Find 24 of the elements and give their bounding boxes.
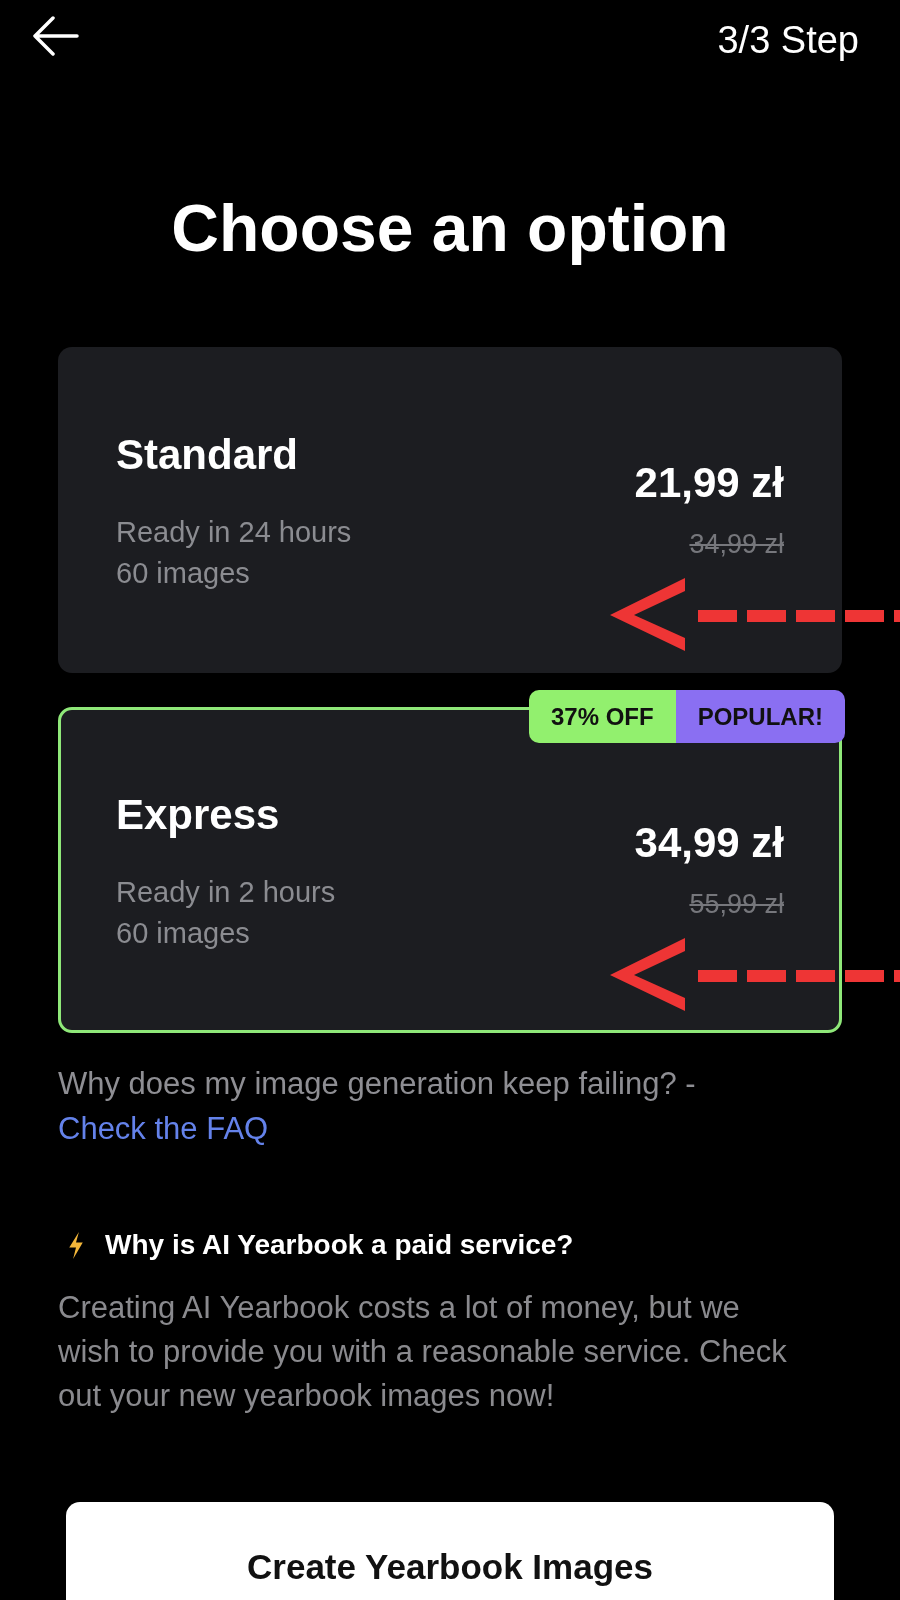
step-indicator: 3/3 Step	[717, 21, 859, 59]
faq-link[interactable]: Check the FAQ	[58, 1111, 269, 1146]
info-heading: Why is AI Yearbook a paid service?	[105, 1231, 574, 1259]
original-price: 34,99 zł	[689, 531, 784, 558]
back-button[interactable]	[32, 16, 79, 56]
plan-badge: 37% OFF	[528, 690, 676, 743]
dashed-arrow-icon	[610, 938, 900, 1011]
plan-price: 34,99 zł	[634, 822, 784, 864]
plan-card[interactable]: Standard Ready in 24 hours 60 images 21,99 zł 34,99 zł	[58, 347, 842, 673]
plan-detail: Ready in 24 hours	[116, 515, 352, 550]
plan-badge: POPULAR!	[675, 690, 845, 743]
dashed-arrow-icon	[610, 578, 900, 651]
plan-detail: Ready in 2 hours	[116, 875, 336, 910]
plan-name: Standard	[116, 434, 300, 476]
plan-detail: 60 images	[116, 916, 251, 951]
lightning-icon	[67, 1231, 85, 1259]
create-button[interactable]: Create Yearbook Images	[66, 1502, 834, 1600]
original-price: 55,99 zł	[689, 891, 784, 918]
plan-price: 21,99 zł	[634, 462, 784, 504]
arrow-left-icon	[32, 16, 79, 56]
faq-text: Why does my image generation keep failing? - Check the FAQ	[58, 1065, 697, 1148]
plan-name: Express	[116, 794, 281, 836]
info-text: Creating AI Yearbook costs a lot of money, but we wish to provide you with a reasonable service. Check out your new yearbook images now!	[58, 1289, 788, 1415]
plan-detail: 60 images	[116, 556, 251, 591]
